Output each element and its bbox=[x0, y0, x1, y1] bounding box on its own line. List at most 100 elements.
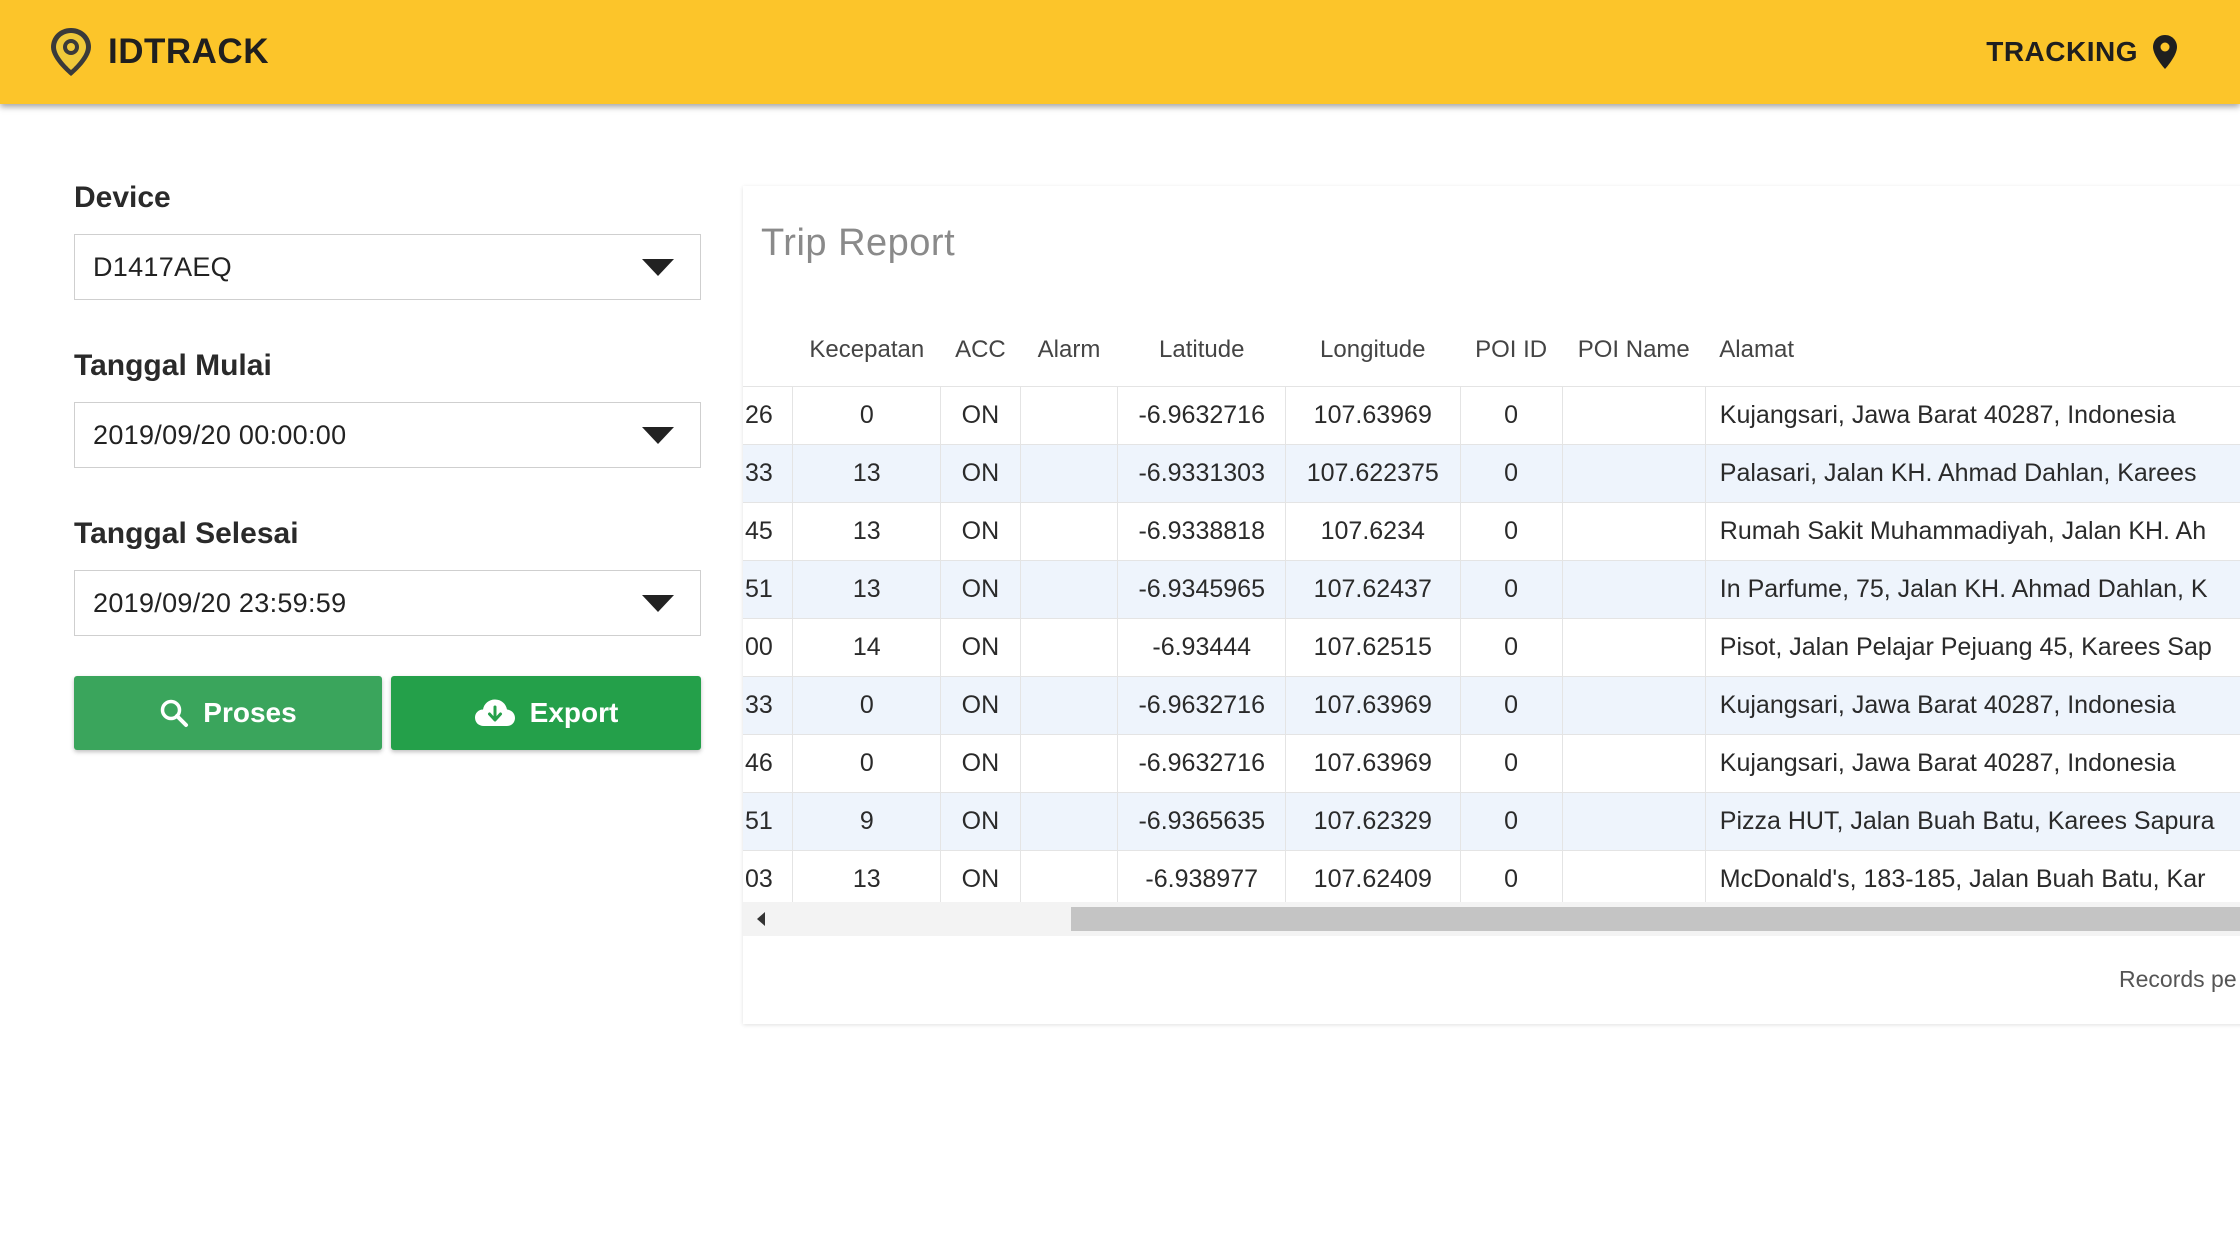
cell-time: 45 bbox=[743, 502, 794, 561]
cell-poi-name bbox=[1561, 850, 1706, 909]
cell-latitude: -6.9331303 bbox=[1117, 444, 1287, 503]
chevron-down-icon bbox=[642, 426, 674, 444]
cell-poi-id: 0 bbox=[1459, 386, 1563, 445]
end-date-label: Tanggal Selesai bbox=[74, 517, 299, 550]
cell-acc: ON bbox=[940, 502, 1021, 561]
cell-poi-id: 0 bbox=[1459, 444, 1563, 503]
cell-time: 00 bbox=[743, 618, 794, 677]
column-header-poi-name[interactable]: POI Name bbox=[1562, 314, 1705, 387]
table-row[interactable]: 45 13 ON -6.9338818 107.6234 0 Rumah Sakit Muh… bbox=[743, 502, 2240, 561]
cell-time: 26 bbox=[743, 386, 794, 445]
trip-report-table-wrap[interactable]: Kecepatan ACC Alarm Latitude Longitude P… bbox=[743, 314, 2240, 944]
start-date-picker[interactable]: 2019/09/20 00:00:00 bbox=[74, 402, 701, 468]
cell-alarm bbox=[1019, 560, 1119, 619]
chevron-down-icon bbox=[642, 258, 674, 276]
cell-latitude: -6.9338818 bbox=[1117, 502, 1287, 561]
cell-poi-name bbox=[1561, 386, 1706, 445]
cell-latitude: -6.9365635 bbox=[1117, 792, 1287, 851]
cell-alamat: Kujangsari, Jawa Barat 40287, Indonesia bbox=[1704, 734, 2240, 793]
table-row[interactable]: 51 9 ON -6.9365635 107.62329 0 Pizza HUT, Jala… bbox=[743, 792, 2240, 851]
cell-longitude: 107.62329 bbox=[1285, 792, 1461, 851]
table-row[interactable]: 26 0 ON -6.9632716 107.63969 0 Kujangsari, Jaw… bbox=[743, 386, 2240, 445]
cell-poi-id: 0 bbox=[1459, 850, 1563, 909]
cell-acc: ON bbox=[940, 444, 1021, 503]
cell-alarm bbox=[1019, 618, 1119, 677]
cell-alarm bbox=[1019, 850, 1119, 909]
cell-latitude: -6.9632716 bbox=[1117, 676, 1287, 735]
cell-kecepatan: 13 bbox=[792, 444, 942, 503]
table-row[interactable]: 03 13 ON -6.938977 107.62409 0 McDonald's, 183… bbox=[743, 850, 2240, 909]
cell-poi-name bbox=[1561, 792, 1706, 851]
cell-acc: ON bbox=[940, 560, 1021, 619]
column-header-latitude[interactable]: Latitude bbox=[1118, 314, 1286, 387]
cell-poi-name bbox=[1561, 502, 1706, 561]
cell-acc: ON bbox=[940, 676, 1021, 735]
cell-poi-id: 0 bbox=[1459, 676, 1563, 735]
cell-alarm bbox=[1019, 792, 1119, 851]
column-header-alamat[interactable]: Alamat bbox=[1705, 314, 2240, 387]
cell-kecepatan: 0 bbox=[792, 386, 942, 445]
cell-longitude: 107.63969 bbox=[1285, 676, 1461, 735]
trip-report-table: Kecepatan ACC Alarm Latitude Longitude P… bbox=[743, 314, 2240, 909]
tracking-nav-link[interactable]: TRACKING bbox=[1986, 34, 2178, 70]
cell-poi-name bbox=[1561, 676, 1706, 735]
cell-kecepatan: 0 bbox=[792, 734, 942, 793]
scrollbar-thumb[interactable] bbox=[1071, 907, 2240, 931]
export-label: Export bbox=[529, 697, 619, 728]
search-icon bbox=[161, 699, 189, 727]
table-header-row: Kecepatan ACC Alarm Latitude Longitude P… bbox=[743, 314, 2240, 387]
cell-alamat: Pisot, Jalan Pelajar Pejuang 45, Karees … bbox=[1704, 618, 2240, 677]
proses-button[interactable]: Proses bbox=[74, 676, 382, 750]
column-header-kecepatan[interactable]: Kecepatan bbox=[793, 314, 941, 387]
cell-poi-id: 0 bbox=[1459, 618, 1563, 677]
start-date-label: Tanggal Mulai bbox=[74, 349, 272, 382]
table-row[interactable]: 51 13 ON -6.9345965 107.62437 0 In Parfume, 75… bbox=[743, 560, 2240, 619]
horizontal-scrollbar[interactable] bbox=[743, 902, 2240, 936]
cell-poi-id: 0 bbox=[1459, 502, 1563, 561]
cell-time: 46 bbox=[743, 734, 794, 793]
cell-time: 51 bbox=[743, 560, 794, 619]
cell-latitude: -6.938977 bbox=[1117, 850, 1287, 909]
device-select[interactable]: D1417AEQ bbox=[74, 234, 701, 300]
cell-alamat: Rumah Sakit Muhammadiyah, Jalan KH. Ah bbox=[1704, 502, 2240, 561]
trip-report-title: Trip Report bbox=[761, 222, 956, 264]
table-row[interactable]: 46 0 ON -6.9632716 107.63969 0 Kujangsari, Jaw… bbox=[743, 734, 2240, 793]
end-date-value: 2019/09/20 23:59:59 bbox=[93, 587, 347, 618]
export-button[interactable]: Export bbox=[391, 676, 701, 750]
end-date-picker[interactable]: 2019/09/20 23:59:59 bbox=[74, 570, 701, 636]
cell-alarm bbox=[1019, 734, 1119, 793]
column-header-alarm[interactable]: Alarm bbox=[1020, 314, 1118, 387]
device-label: Device bbox=[74, 181, 171, 214]
cell-longitude: 107.62409 bbox=[1285, 850, 1461, 909]
cloud-download-icon bbox=[474, 699, 515, 726]
column-header-poi-id[interactable]: POI ID bbox=[1460, 314, 1562, 387]
cell-longitude: 107.62437 bbox=[1285, 560, 1461, 619]
cell-alamat: Kujangsari, Jawa Barat 40287, Indonesia bbox=[1704, 676, 2240, 735]
cell-longitude: 107.63969 bbox=[1285, 386, 1461, 445]
table-row[interactable]: 00 14 ON -6.93444 107.62515 0 Pisot, Jalan Pel… bbox=[743, 618, 2240, 677]
cell-alamat: McDonald's, 183-185, Jalan Buah Batu, Ka… bbox=[1704, 850, 2240, 909]
start-date-value: 2019/09/20 00:00:00 bbox=[93, 419, 347, 450]
cell-time: 03 bbox=[743, 850, 794, 909]
scroll-left-icon[interactable] bbox=[757, 912, 765, 926]
cell-alamat: In Parfume, 75, Jalan KH. Ahmad Dahlan, … bbox=[1704, 560, 2240, 619]
cell-acc: ON bbox=[940, 386, 1021, 445]
cell-kecepatan: 13 bbox=[792, 850, 942, 909]
table-row[interactable]: 33 13 ON -6.9331303 107.622375 0 Palasari, Jal… bbox=[743, 444, 2240, 503]
column-header-longitude[interactable]: Longitude bbox=[1286, 314, 1461, 387]
cell-kecepatan: 13 bbox=[792, 502, 942, 561]
proses-label: Proses bbox=[203, 697, 297, 728]
map-pin-icon bbox=[2153, 35, 2177, 69]
brand[interactable]: IDTRACK bbox=[48, 26, 269, 78]
cell-alarm bbox=[1019, 676, 1119, 735]
cell-latitude: -6.9632716 bbox=[1117, 734, 1287, 793]
table-row[interactable]: 33 0 ON -6.9632716 107.63969 0 Kujangsari, Jaw… bbox=[743, 676, 2240, 735]
column-header-acc[interactable]: ACC bbox=[941, 314, 1020, 387]
chevron-down-icon bbox=[642, 594, 674, 612]
cell-alamat: Palasari, Jalan KH. Ahmad Dahlan, Karees bbox=[1704, 444, 2240, 503]
cell-longitude: 107.63969 bbox=[1285, 734, 1461, 793]
cell-poi-name bbox=[1561, 734, 1706, 793]
trip-report-rows: 26 0 ON -6.9632716 107.63969 0 Kujangsari, Jaw… bbox=[743, 386, 2240, 909]
records-per-page-label: Records pe bbox=[2119, 966, 2237, 992]
cell-alamat: Pizza HUT, Jalan Buah Batu, Karees Sapur… bbox=[1704, 792, 2240, 851]
